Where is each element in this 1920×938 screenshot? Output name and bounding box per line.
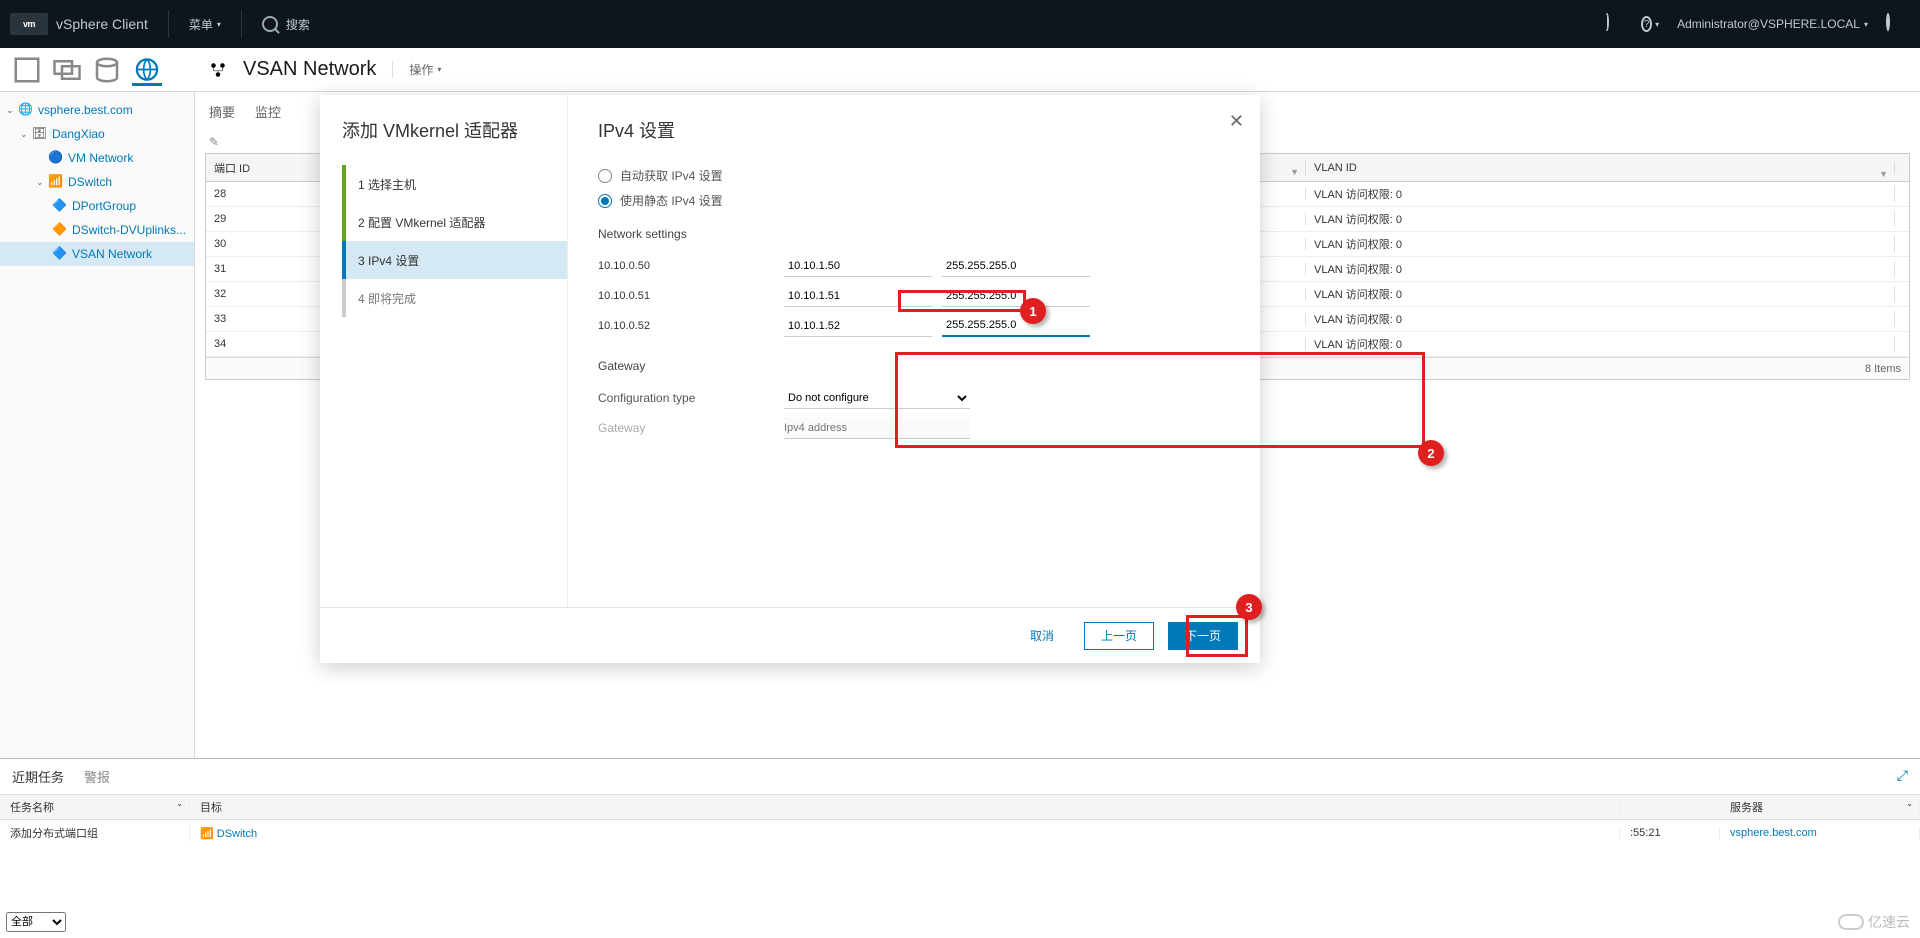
network-row: 10.10.0.51: [598, 281, 1230, 311]
radio-icon: [598, 194, 612, 208]
network-row: 10.10.0.50: [598, 251, 1230, 281]
wizard-title: 添加 VMkernel 适配器: [342, 117, 567, 143]
back-button[interactable]: 上一页: [1084, 622, 1154, 650]
add-vmkernel-dialog: 添加 VMkernel 适配器 1 选择主机 2 配置 VMkernel 适配器…: [320, 95, 1260, 663]
config-type-label: Configuration type: [598, 391, 784, 405]
step-ipv4-settings[interactable]: 3 IPv4 设置: [342, 241, 567, 279]
gateway-label: Gateway: [598, 359, 1230, 373]
network-row: 10.10.0.52: [598, 311, 1230, 341]
network-settings-label: Network settings: [598, 227, 1230, 241]
gateway-field-label: Gateway: [598, 421, 784, 435]
mask-input[interactable]: [942, 285, 1090, 307]
mask-input[interactable]: [942, 315, 1090, 337]
step-ready-complete: 4 即将完成: [342, 279, 567, 317]
host-label: 10.10.0.50: [598, 260, 784, 272]
ip-input[interactable]: [784, 315, 932, 337]
ip-input[interactable]: [784, 285, 932, 307]
step-select-hosts[interactable]: 1 选择主机: [342, 165, 567, 203]
next-button[interactable]: 下一页: [1168, 622, 1238, 650]
radio-icon: [598, 169, 612, 183]
gateway-input[interactable]: [784, 417, 970, 439]
mask-input[interactable]: [942, 255, 1090, 277]
host-label: 10.10.0.51: [598, 290, 784, 302]
dialog-subtitle: IPv4 设置: [598, 117, 1230, 143]
host-label: 10.10.0.52: [598, 320, 784, 332]
step-configure-adapter[interactable]: 2 配置 VMkernel 适配器: [342, 203, 567, 241]
cancel-button[interactable]: 取消: [1014, 622, 1070, 650]
config-type-select[interactable]: Do not configure: [784, 387, 970, 409]
radio-static-ipv4[interactable]: 使用静态 IPv4 设置: [598, 192, 1230, 209]
radio-auto-ipv4[interactable]: 自动获取 IPv4 设置: [598, 167, 1230, 184]
ip-input[interactable]: [784, 255, 932, 277]
close-icon[interactable]: ✕: [1229, 111, 1244, 132]
